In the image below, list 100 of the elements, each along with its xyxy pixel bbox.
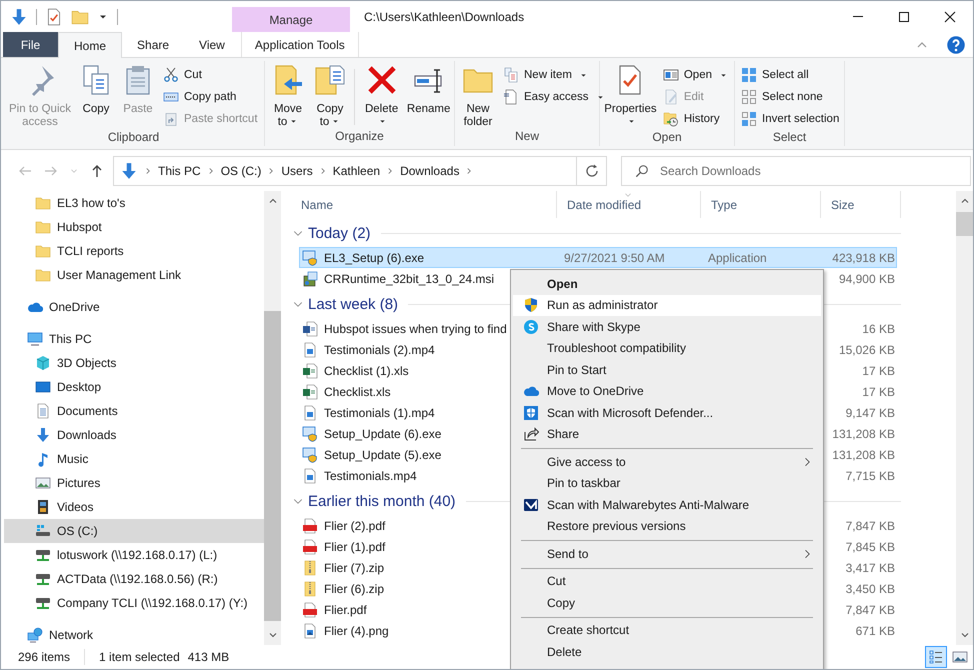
sidebar-item[interactable]: Hubspot — [4, 215, 264, 239]
help-icon — [946, 34, 966, 54]
sidebar-item[interactable]: User Management Link — [4, 263, 264, 287]
file-size: 9,147 KB — [846, 406, 895, 420]
sidebar-item[interactable]: TCLI reports — [4, 239, 264, 263]
menu-item[interactable]: Pin to taskbar — [513, 472, 821, 494]
ribbon-button[interactable]: Open — [660, 64, 731, 86]
file-name: Setup_Update (6).exe — [324, 426, 442, 440]
close-icon — [942, 8, 958, 24]
group-header[interactable]: Earlier this month (40) — [291, 492, 456, 510]
sidebar-item[interactable]: OS (C:) — [4, 519, 264, 543]
sidebar-item[interactable]: This PC — [4, 327, 264, 351]
file-name: Flier (7).zip — [324, 560, 384, 574]
grid-icon — [741, 67, 757, 83]
folder-icon — [35, 195, 51, 211]
scrollbar[interactable] — [264, 191, 281, 645]
menu-item[interactable]: Cut — [513, 570, 821, 592]
file-size: 15,026 KB — [838, 342, 895, 356]
menu-item[interactable]: Troubleshoot compatibility — [513, 338, 821, 359]
ribbon-button[interactable]: Select all — [738, 64, 842, 86]
menu-item[interactable]: Scan with Malwarebytes Anti-Malware — [513, 494, 821, 516]
breadcrumb[interactable]: Kathleen — [332, 164, 380, 178]
address-bar[interactable]: This PC OS (C:) Users Kathleen Downloads — [113, 156, 607, 186]
menu-item[interactable]: Move to OneDrive — [513, 380, 821, 402]
ribbon-button[interactable]: New folder — [458, 61, 498, 129]
ribbon-group-label: Open — [651, 130, 683, 146]
sidebar-item[interactable]: Documents — [4, 399, 264, 423]
file-menu-button[interactable]: File — [3, 32, 58, 57]
file-name: Testimonials (1).mp4 — [324, 406, 435, 420]
ribbon-button[interactable]: History — [660, 108, 731, 130]
breadcrumb[interactable]: Downloads — [400, 164, 460, 178]
menu-item[interactable]: Pin to Start — [513, 359, 821, 380]
ribbon-button[interactable]: Select none — [738, 86, 842, 108]
ribbon-button[interactable]: Cut — [160, 64, 261, 86]
file-size: 94,900 KB — [838, 272, 895, 286]
ribbon-button[interactable]: Copy to — [310, 61, 350, 129]
breadcrumb[interactable]: Users — [281, 164, 313, 178]
file-name: Flier (2).pdf — [324, 518, 386, 532]
sidebar-item[interactable]: EL3 how to's — [4, 191, 264, 215]
file-name: Checklist.xls — [324, 384, 391, 398]
sidebar-item[interactable]: OneDrive — [4, 295, 264, 319]
ribbon-button[interactable]: Copy — [76, 61, 116, 116]
sidebar-item[interactable]: lotuswork (\\192.168.0.17) (L:) — [4, 543, 264, 567]
menu-item[interactable]: Give access to — [513, 451, 821, 472]
column-header[interactable]: Type — [701, 191, 821, 218]
menu-item[interactable]: Run as administrator — [513, 294, 821, 316]
ribbon-button[interactable]: Rename — [406, 61, 451, 116]
page-icon — [503, 89, 519, 105]
sidebar-item[interactable]: Company TCLI (\\192.168.0.17) (Y:) — [4, 591, 264, 615]
sidebar-item[interactable]: 3D Objects — [4, 351, 264, 375]
menu-item[interactable]: Send to — [513, 543, 821, 564]
search-field[interactable]: Search Downloads — [621, 156, 971, 186]
file-name: Flier (6).zip — [324, 582, 384, 596]
menu-item[interactable]: Share with Skype — [513, 316, 821, 338]
sidebar-item[interactable]: Music — [4, 447, 264, 471]
sidebar-item[interactable]: Pictures — [4, 471, 264, 495]
selection-count: 1 item selected — [99, 650, 180, 664]
file-name: Flier (1).pdf — [324, 540, 386, 554]
breadcrumb[interactable]: This PC — [158, 164, 201, 178]
sidebar-item[interactable]: Videos — [4, 495, 264, 519]
ribbon-tab[interactable]: Share — [122, 32, 184, 57]
menu-item[interactable]: Open — [513, 273, 821, 294]
ribbon-tab[interactable]: View — [184, 32, 240, 57]
checklist-icon — [45, 8, 63, 26]
breadcrumb[interactable]: OS (C:) — [220, 164, 262, 178]
group-header[interactable]: Last week (8) — [291, 296, 398, 312]
menu-item[interactable]: Restore previous versions — [513, 516, 821, 537]
document-icon — [302, 320, 318, 336]
scrollbar-thumb[interactable] — [956, 212, 973, 236]
ribbon-tab[interactable]: Home — [58, 32, 122, 58]
file-size: 7,847 KB — [846, 602, 895, 616]
sidebar-item[interactable]: ACTData (\\192.168.0.56) (R:) — [4, 567, 264, 591]
scrollbar-thumb[interactable] — [264, 311, 281, 621]
group-header[interactable]: Today (2) — [291, 224, 371, 242]
view-button[interactable] — [925, 646, 947, 668]
file-size: 131,208 KB — [832, 426, 895, 440]
selected-file-row[interactable]: EL3_Setup (6).exe 9/27/2021 9:50 AM Application 423,918 KB — [299, 247, 897, 268]
grid-icon — [741, 111, 757, 127]
menu-item[interactable]: Create shortcut — [513, 620, 821, 641]
ribbon-button[interactable]: Invert selection — [738, 108, 842, 130]
document-icon — [302, 518, 318, 534]
ribbon-button[interactable]: Copy path — [160, 86, 261, 108]
scissors-icon — [163, 67, 179, 83]
menu-item[interactable]: Share — [513, 424, 821, 445]
ribbon-button[interactable]: Move to — [268, 61, 308, 129]
file-size: 17 KB — [862, 364, 895, 378]
sidebar-item[interactable]: Network — [4, 623, 264, 645]
sidebar-item[interactable]: Desktop — [4, 375, 264, 399]
menu-item[interactable]: Delete — [513, 641, 821, 662]
sidebar-item[interactable]: Downloads — [4, 423, 264, 447]
menu-item[interactable]: Copy — [513, 592, 821, 614]
ribbon-button[interactable]: Delete — [358, 61, 404, 129]
column-header[interactable]: Size — [821, 191, 901, 218]
column-header[interactable]: Name — [291, 191, 557, 218]
cube-icon — [35, 355, 51, 371]
column-header[interactable]: Date modified — [557, 191, 701, 218]
menu-item[interactable]: Scan with Microsoft Defender... — [513, 402, 821, 424]
app-shield-icon — [302, 426, 318, 442]
file-size: 423,918 KB — [832, 250, 895, 264]
scrollbar[interactable] — [956, 191, 973, 645]
